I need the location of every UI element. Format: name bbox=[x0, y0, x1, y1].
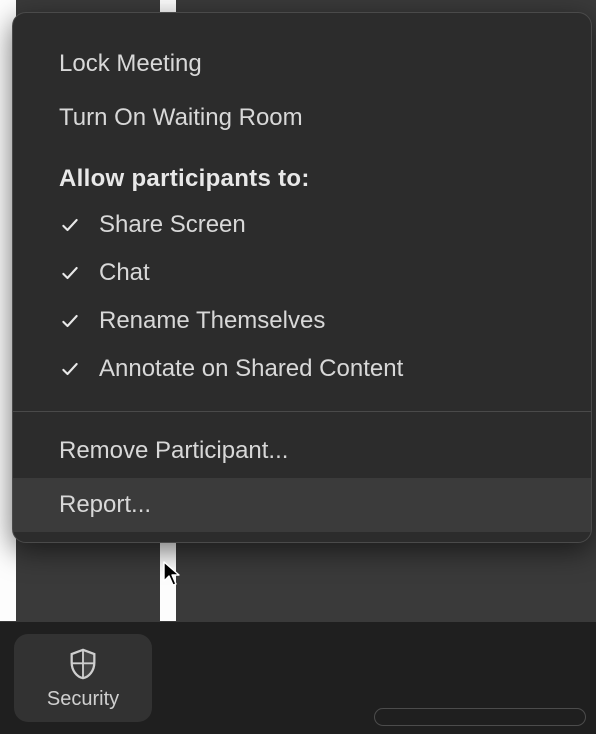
security-popup-menu: Lock Meeting Turn On Waiting Room Allow … bbox=[12, 12, 592, 543]
menu-item-remove-participant[interactable]: Remove Participant... bbox=[13, 424, 591, 478]
menu-item-label: Chat bbox=[99, 259, 150, 287]
menu-item-label: Lock Meeting bbox=[59, 47, 202, 81]
menu-separator bbox=[13, 411, 591, 412]
menu-item-label: Annotate on Shared Content bbox=[99, 355, 403, 383]
menu-item-chat[interactable]: Chat bbox=[13, 249, 591, 297]
horizontal-scrollbar[interactable] bbox=[374, 708, 586, 726]
menu-item-label: Share Screen bbox=[99, 211, 246, 239]
menu-item-rename[interactable]: Rename Themselves bbox=[13, 297, 591, 345]
menu-item-label: Turn On Waiting Room bbox=[59, 101, 303, 135]
menu-item-annotate[interactable]: Annotate on Shared Content bbox=[13, 345, 591, 393]
check-icon bbox=[59, 214, 81, 236]
check-icon bbox=[59, 310, 81, 332]
menu-item-label: Remove Participant... bbox=[59, 434, 288, 468]
menu-item-share-screen[interactable]: Share Screen bbox=[13, 201, 591, 249]
menu-section-header-allow: Allow participants to: bbox=[13, 145, 591, 201]
shield-icon bbox=[65, 646, 101, 682]
menu-item-label: Report... bbox=[59, 488, 151, 522]
check-icon bbox=[59, 262, 81, 284]
bottom-toolbar: Security bbox=[0, 621, 596, 734]
menu-item-label: Rename Themselves bbox=[99, 307, 325, 335]
menu-item-waiting-room[interactable]: Turn On Waiting Room bbox=[13, 91, 591, 145]
menu-item-report[interactable]: Report... bbox=[13, 478, 591, 532]
security-button-label: Security bbox=[47, 688, 119, 711]
security-button[interactable]: Security bbox=[14, 634, 152, 722]
menu-item-lock-meeting[interactable]: Lock Meeting bbox=[13, 37, 591, 91]
check-icon bbox=[59, 358, 81, 380]
